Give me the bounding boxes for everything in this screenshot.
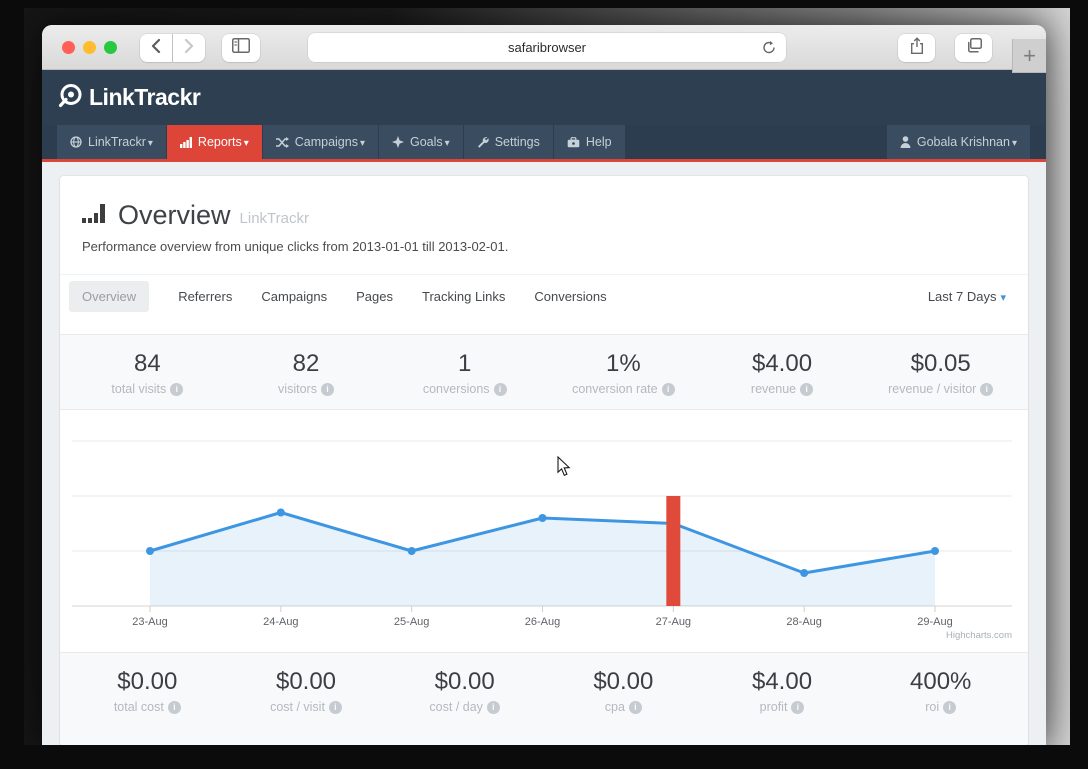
nav-item-help[interactable]: Help — [553, 125, 625, 159]
info-icon[interactable]: i — [320, 382, 334, 396]
chevron-right-icon — [184, 38, 194, 58]
globe-icon — [70, 136, 82, 148]
user-icon — [900, 136, 911, 148]
minimize-window-button[interactable] — [83, 41, 96, 54]
reload-icon[interactable] — [762, 40, 776, 58]
nav-item-settings[interactable]: Settings — [463, 125, 553, 159]
safari-window: safaribrowser + LinkTrackr LinkTrackr ▾ … — [42, 25, 1046, 745]
svg-text:25-Aug: 25-Aug — [394, 616, 429, 628]
stat-conversions: 1 conversions i — [385, 350, 544, 396]
report-tabs: Overview Referrers Campaigns Pages Track… — [60, 274, 1028, 326]
stat-cost-per-day: $0.00 cost / day i — [385, 668, 544, 733]
tab-conversions[interactable]: Conversions — [534, 289, 606, 304]
tab-tracking-links[interactable]: Tracking Links — [422, 289, 505, 304]
page-title-suffix: LinkTrackr — [239, 210, 309, 227]
bar-chart-icon — [179, 136, 192, 148]
new-tab-button[interactable]: + — [1012, 39, 1046, 73]
stat-revenue-per-visitor: $0.05 revenue / visitor i — [861, 350, 1020, 396]
overview-chart-svg: 23-Aug 24-Aug 25-Aug 26-Aug 27-Aug 28-Aug 29-A… — [72, 440, 1012, 641]
chevron-left-icon — [151, 38, 161, 58]
goals-icon — [392, 136, 404, 148]
desktop-background: safaribrowser + LinkTrackr LinkTrackr ▾ … — [24, 8, 1070, 745]
nav-item-goals[interactable]: Goals — [379, 125, 463, 159]
tab-campaigns[interactable]: Campaigns — [261, 289, 327, 304]
highcharts-credit[interactable]: Highcharts.com — [946, 630, 1012, 641]
svg-text:24-Aug: 24-Aug — [263, 616, 298, 628]
sidebar-icon — [232, 38, 250, 58]
main-navigation: LinkTrackr Reports Campaigns Goals — [42, 125, 1046, 162]
briefcase-icon — [567, 136, 580, 148]
stat-visitors: 82 visitors i — [227, 350, 386, 396]
stat-roi: 400% roi i — [910, 668, 972, 714]
date-range-picker[interactable]: Last 7 Days — [928, 289, 1006, 304]
info-icon[interactable]: i — [328, 700, 342, 714]
info-icon[interactable]: i — [661, 382, 675, 396]
address-bar-text: safaribrowser — [507, 40, 587, 55]
traffic-lights — [62, 41, 117, 54]
svg-text:27-Aug: 27-Aug — [656, 616, 691, 628]
zoom-window-button[interactable] — [104, 41, 117, 54]
tab-referrers[interactable]: Referrers — [178, 289, 232, 304]
wrench-icon — [477, 136, 489, 148]
page-content: Overview LinkTrackr Performance overview… — [42, 162, 1046, 745]
page-title: Overview — [118, 200, 231, 230]
forward-button[interactable] — [173, 34, 205, 62]
tabs-icon — [966, 38, 982, 58]
report-bars-icon — [82, 203, 109, 228]
tab-pages[interactable]: Pages — [356, 289, 393, 304]
browser-titlebar: safaribrowser + — [42, 25, 1046, 73]
close-window-button[interactable] — [62, 41, 75, 54]
info-icon[interactable]: i — [170, 382, 184, 396]
linktrackr-logo-icon — [57, 82, 84, 114]
stats-row-top: 84 total visits i 82 visitors i 1 conversi… — [60, 334, 1028, 410]
page-heading: Overview LinkTrackr Performance overview… — [60, 176, 1028, 274]
stat-total-cost: $0.00 total cost i — [68, 668, 227, 733]
info-icon[interactable]: i — [980, 382, 994, 396]
info-icon[interactable]: i — [800, 382, 814, 396]
stat-profit: $4.00 profit i — [751, 668, 813, 714]
tab-overview[interactable]: Overview — [69, 281, 150, 312]
stat-conversion-rate: 1% conversion rate i — [544, 350, 703, 396]
stat-cpa: $0.00 cpa i — [593, 668, 654, 714]
info-icon[interactable]: i — [167, 700, 181, 714]
stats-row-bottom: $0.00 total cost i $0.00 cost / visit i $0… — [60, 652, 1028, 745]
svg-text:26-Aug: 26-Aug — [525, 616, 560, 628]
svg-text:23-Aug: 23-Aug — [132, 616, 167, 628]
stat-cost-per-visit: $0.00 cost / visit i — [227, 668, 386, 733]
info-icon[interactable]: i — [943, 700, 957, 714]
svg-text:28-Aug: 28-Aug — [786, 616, 821, 628]
visits-chart[interactable]: 23-Aug 24-Aug 25-Aug 26-Aug 27-Aug 28-Aug 29-A… — [60, 410, 1028, 652]
app-header: LinkTrackr — [42, 70, 1046, 125]
shuffle-icon — [275, 136, 289, 148]
page-subtitle: Performance overview from unique clicks … — [82, 239, 509, 254]
overview-card: Overview LinkTrackr Performance overview… — [60, 176, 1028, 745]
info-icon[interactable]: i — [628, 700, 642, 714]
back-button[interactable] — [140, 34, 172, 62]
info-icon[interactable]: i — [791, 700, 805, 714]
svg-text:29-Aug: 29-Aug — [917, 616, 952, 628]
nav-item-campaigns[interactable]: Campaigns — [262, 125, 378, 159]
info-icon[interactable]: i — [486, 700, 500, 714]
user-menu[interactable]: Gobala Krishnan — [886, 125, 1030, 159]
share-button[interactable] — [898, 34, 935, 62]
tab-overview-button[interactable] — [955, 34, 992, 62]
nav-item-linktrackr[interactable]: LinkTrackr — [57, 125, 166, 159]
share-icon — [910, 37, 924, 59]
nav-item-reports[interactable]: Reports — [166, 125, 262, 159]
address-bar[interactable]: safaribrowser — [308, 33, 786, 62]
plus-icon: + — [1023, 42, 1036, 68]
stat-total-visits: 84 total visits i — [68, 350, 227, 396]
sidebar-toggle-button[interactable] — [222, 34, 260, 62]
stat-revenue: $4.00 revenue i — [750, 350, 814, 396]
info-icon[interactable]: i — [493, 382, 507, 396]
brand-name: LinkTrackr — [89, 84, 201, 110]
